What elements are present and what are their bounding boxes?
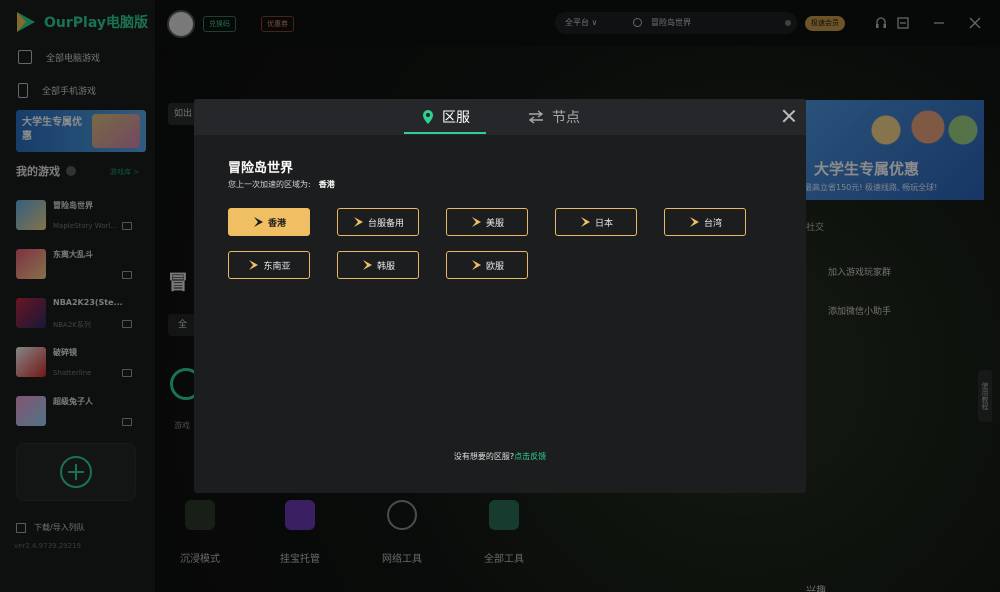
region-label: 台湾 xyxy=(703,218,722,229)
play-icon xyxy=(471,260,481,270)
region-label: 美服 xyxy=(485,218,504,229)
region-button-hongkong[interactable]: 香港 xyxy=(228,208,310,236)
play-icon xyxy=(253,217,263,227)
play-icon xyxy=(249,260,259,270)
feedback-row: 没有想要的区服?点击反馈 xyxy=(194,451,806,462)
region-label: 东南亚 xyxy=(263,261,291,272)
play-icon xyxy=(580,217,590,227)
dialog-game-title: 冒险岛世界 xyxy=(228,161,294,176)
play-icon xyxy=(471,217,481,227)
last-region-text: 您上一次加速的区域为: 香港 xyxy=(228,179,335,190)
region-button-sea[interactable]: 东南亚 xyxy=(228,251,310,279)
tab-label: 节点 xyxy=(552,110,580,126)
region-label: 韩服 xyxy=(376,261,395,272)
play-icon xyxy=(353,217,363,227)
region-label: 日本 xyxy=(594,218,613,229)
active-tab-indicator xyxy=(404,132,486,134)
play-icon xyxy=(689,217,699,227)
region-button-korea[interactable]: 韩服 xyxy=(337,251,419,279)
last-region-label: 您上一次加速的区域为: xyxy=(228,180,311,189)
tab-region[interactable]: 区服 xyxy=(422,99,470,135)
tab-label: 区服 xyxy=(442,110,470,126)
region-select-dialog: 区服 节点 冒险岛世界 您上一次加速的区域为: 香港 香港 台服备用 美服 日本… xyxy=(194,99,806,493)
region-label: 欧服 xyxy=(485,261,504,272)
dialog-header: 区服 节点 xyxy=(194,99,806,135)
last-region-value: 香港 xyxy=(318,180,335,189)
location-pin-icon xyxy=(423,110,433,124)
region-button-us[interactable]: 美服 xyxy=(446,208,528,236)
region-label: 香港 xyxy=(267,218,286,229)
play-icon xyxy=(362,260,372,270)
region-button-japan[interactable]: 日本 xyxy=(555,208,637,236)
region-button-eu[interactable]: 欧服 xyxy=(446,251,528,279)
feedback-link[interactable]: 点击反馈 xyxy=(514,452,546,461)
tab-node[interactable]: 节点 xyxy=(528,99,580,135)
feedback-text: 没有想要的区服? xyxy=(453,452,515,461)
region-button-taiwan[interactable]: 台湾 xyxy=(664,208,746,236)
app-window: OurPlay电脑版 全部电脑游戏 全部手机游戏 大学生专属优惠 我的游戏 游戏… xyxy=(0,0,1000,592)
close-icon[interactable] xyxy=(782,109,796,123)
swap-arrows-icon xyxy=(528,110,544,124)
region-label: 台服备用 xyxy=(367,218,404,229)
region-button-tw-backup[interactable]: 台服备用 xyxy=(337,208,419,236)
